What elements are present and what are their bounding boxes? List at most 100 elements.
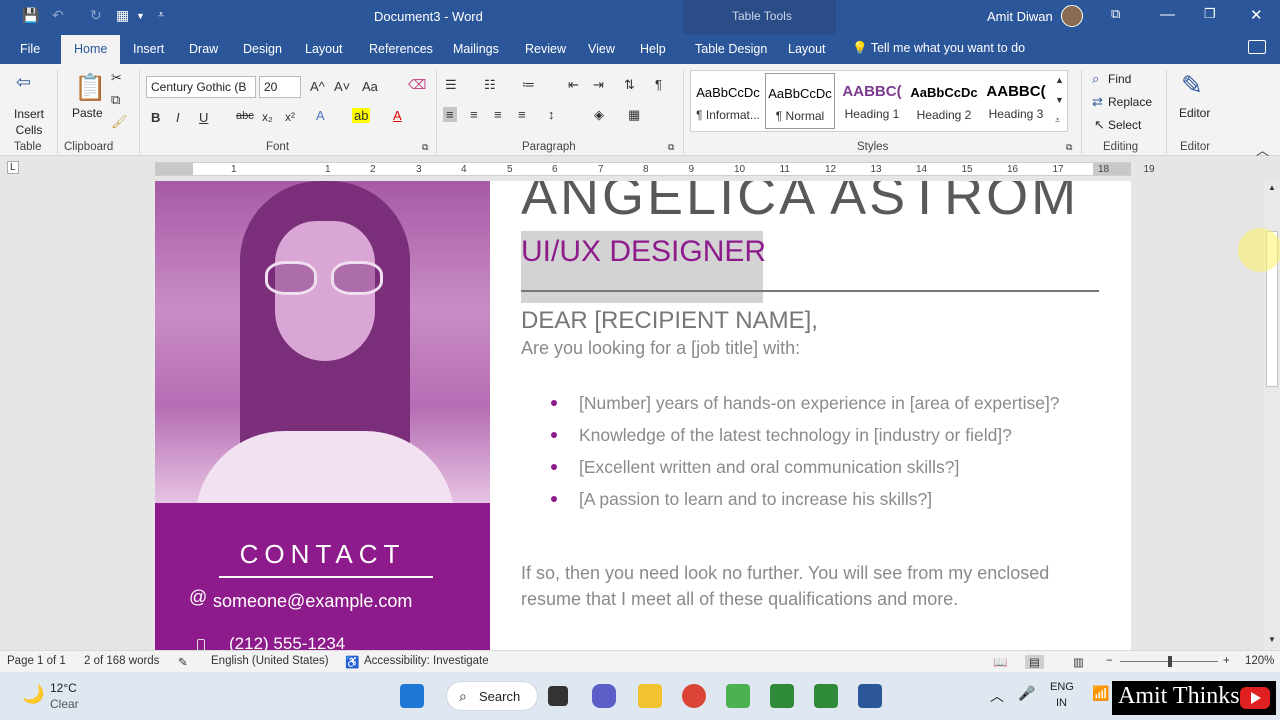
select-button[interactable]: Select [1108,118,1141,132]
contact-email[interactable]: someone@example.com [213,591,412,612]
justify-icon[interactable]: ≡ [518,107,526,122]
restore-icon[interactable]: ❐ [1204,6,1216,22]
editor-button[interactable]: Editor [1179,106,1210,120]
tab-mailings[interactable]: Mailings [453,42,499,56]
moon-icon[interactable]: 🌙 [22,684,44,705]
styles-scroll-down-icon[interactable]: ▼ [1055,95,1064,105]
italic-button[interactable]: I [176,110,180,125]
profile-photo[interactable] [155,181,490,503]
decrease-indent-icon[interactable]: ⇤ [568,77,579,93]
borders-icon[interactable]: ▦ [628,107,640,123]
clear-formatting-icon[interactable]: ⌫ [408,77,426,93]
document-page[interactable]: CONTACT @ someone@example.com (212) 555-… [155,181,1131,650]
job-role[interactable]: UI/UX DESIGNER [521,235,766,269]
copy-icon[interactable]: ⧉ [111,92,120,108]
tell-me-box[interactable]: 💡 Tell me what you want to do [852,41,1025,56]
bold-button[interactable]: B [151,110,160,125]
ribbon-display-icon[interactable]: ⧉ [1111,6,1120,22]
paste-button[interactable]: Paste [72,106,103,120]
show-marks-icon[interactable]: ¶ [655,77,662,92]
cut-icon[interactable]: ✂ [111,70,122,86]
grow-font-icon[interactable]: A^ [310,79,325,94]
underline-button[interactable]: U [199,110,208,125]
list-item[interactable]: [A passion to learn and to increase his … [545,483,1085,515]
font-dialog-launcher-icon[interactable]: ⧉ [422,142,428,153]
user-name[interactable]: Amit Diwan [987,9,1053,24]
app-icon[interactable] [726,684,750,708]
font-size-select[interactable]: 20 [259,76,301,98]
shrink-font-icon[interactable]: A˅ [334,79,350,94]
weather-temp[interactable]: 12°C [50,681,77,695]
table-icon[interactable]: ▦ [116,7,129,24]
horizontal-ruler[interactable]: L 1 1 2 3 4 5 6 7 8 9 10 11 12 13 14 15 … [0,157,1280,181]
intro-text[interactable]: Are you looking for a [job title] with: [521,338,800,359]
zoom-slider-thumb[interactable] [1168,656,1172,667]
chat-icon[interactable] [592,684,616,708]
style-informat[interactable]: AaBbCcDc ¶ Informat... [693,73,763,129]
paragraph-dialog-launcher-icon[interactable]: ⧉ [668,142,674,153]
redo-icon[interactable]: ↻ [90,7,102,24]
multilevel-list-icon[interactable]: ≔ [522,77,535,93]
word-count[interactable]: 2 of 168 words [84,655,159,667]
minimize-icon[interactable]: — [1160,6,1175,23]
tab-table-design[interactable]: Table Design [695,42,767,56]
paste-icon[interactable]: 📋 [74,72,106,103]
camtasia-recorder-icon[interactable] [814,684,838,708]
tab-view[interactable]: View [588,42,615,56]
superscript-button[interactable]: x² [285,110,295,124]
tab-design[interactable]: Design [243,42,282,56]
styles-scroll-up-icon[interactable]: ▲ [1055,75,1064,85]
taskbar-search[interactable]: ⌕ Search [446,681,538,711]
zoom-out-button[interactable]: − [1106,655,1113,667]
document-canvas[interactable]: CONTACT @ someone@example.com (212) 555-… [0,181,1264,650]
input-lang-1[interactable]: ENG [1050,681,1074,693]
web-layout-icon[interactable]: ▥ [1073,655,1084,669]
styles-dialog-launcher-icon[interactable]: ⧉ [1066,142,1072,153]
print-layout-icon[interactable]: ▤ [1025,655,1044,669]
windows-start-icon[interactable] [400,684,424,708]
style-heading-2[interactable]: AaBbCcDc Heading 2 [909,73,979,129]
scroll-up-icon[interactable]: ▲ [1268,183,1276,192]
accessibility-status[interactable]: Accessibility: Investigate [364,655,489,667]
style-normal[interactable]: AaBbCcDc ¶ Normal [765,73,835,129]
read-mode-icon[interactable]: 📖 [993,655,1007,669]
tab-review[interactable]: Review [525,42,566,56]
align-center-icon[interactable]: ≡ [470,107,478,122]
chevron-up-icon[interactable]: ︿ [990,686,1004,706]
style-heading-3[interactable]: AABBC( Heading 3 [981,73,1051,129]
microphone-icon[interactable]: 🎤 [1018,685,1035,702]
page-count[interactable]: Page 1 of 1 [7,655,66,667]
salutation[interactable]: DEAR [RECIPIENT NAME], [521,307,818,335]
customize-qat-icon[interactable]: ⩡ [158,9,164,22]
line-spacing-icon[interactable]: ↕ [548,107,555,122]
applicant-name[interactable]: ANGELICA ASTROM [521,181,1079,227]
styles-more-icon[interactable]: ⩡ [1055,115,1060,126]
table-dropdown-icon[interactable]: ▼ [136,11,145,21]
bullets-icon[interactable]: ☰ [445,77,457,93]
insert-cells-icon[interactable]: ⇦ [16,72,31,93]
zoom-level[interactable]: 120% [1245,655,1274,667]
format-painter-icon[interactable]: 🖌 [111,114,128,130]
tab-references[interactable]: References [369,42,433,56]
scroll-down-icon[interactable]: ▼ [1268,635,1276,644]
closing-paragraph[interactable]: If so, then you need look no further. Yo… [521,560,1101,612]
tab-home[interactable]: Home [61,35,121,65]
tab-layout[interactable]: Layout [305,42,343,56]
list-item[interactable]: [Excellent written and oral communicatio… [545,451,1085,483]
find-button[interactable]: Find [1108,72,1131,86]
strikethrough-button[interactable]: abc [236,110,254,122]
input-lang-2[interactable]: IN [1056,697,1067,709]
subscript-button[interactable]: x₂ [262,110,273,124]
file-explorer-icon[interactable] [638,684,662,708]
avatar[interactable] [1061,5,1083,27]
close-icon[interactable]: ✕ [1250,6,1263,24]
text-effects-icon[interactable]: A [316,108,325,123]
style-heading-1[interactable]: AABBC( Heading 1 [837,73,907,129]
replace-button[interactable]: Replace [1108,95,1152,109]
tab-help[interactable]: Help [640,42,666,56]
task-view-icon[interactable] [548,686,568,706]
comments-icon[interactable] [1248,40,1266,54]
font-family-select[interactable]: Century Gothic (B [146,76,256,98]
save-icon[interactable]: 💾 [22,7,39,24]
contact-phone[interactable]: (212) 555-1234 [229,634,345,650]
